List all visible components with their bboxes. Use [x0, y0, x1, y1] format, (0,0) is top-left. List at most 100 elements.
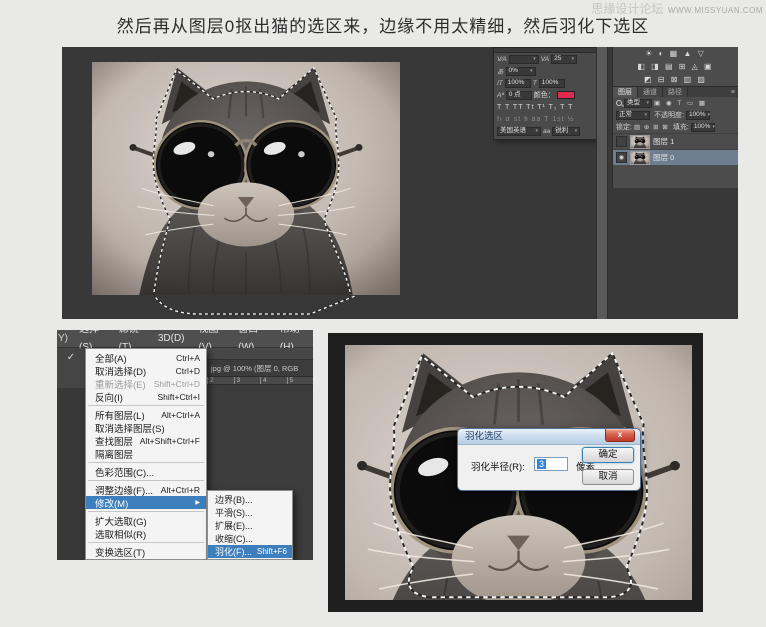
horizontal-scale-icon: T: [533, 80, 537, 87]
ligature-buttons[interactable]: fi σ st ﬁ aa T 1st ½: [497, 116, 574, 123]
tab-channels[interactable]: 通道: [638, 87, 663, 97]
proportional-spacing-field[interactable]: 0%▾: [506, 67, 536, 76]
menu-separator: [88, 480, 204, 481]
fill-label: 填充:: [673, 122, 689, 132]
cat-photo: [92, 62, 400, 295]
selection-marching-ants-extension: [147, 292, 362, 319]
panel-menu-icon[interactable]: ≡: [728, 87, 738, 97]
menu-3d[interactable]: 3D(D): [151, 330, 192, 348]
character-panel: V∕A ▾ VA 25▾ あ 0%▾ IT 100% T 100% Aª 0 点…: [493, 47, 597, 140]
proportional-spacing-icon: あ: [497, 66, 504, 76]
ruler: 2 3 4 5: [207, 376, 313, 385]
feather-selection-dialog: 羽化选区 x 羽化半径(R): 3 像素 确定 取消: [457, 428, 641, 491]
menu-separator: [88, 462, 204, 463]
menu-separator: [88, 511, 204, 512]
font-style-buttons[interactable]: T T TT Tt T¹ T₁ T T: [497, 104, 573, 111]
modify-submenu: 边界(B)... 平滑(S)... 扩展(E)... 收缩(C)... 羽化(F…: [207, 490, 293, 560]
menu-item-inverse[interactable]: 反向(I)Shift+Ctrl+I: [86, 390, 206, 403]
opacity-field[interactable]: 100%▾: [686, 111, 710, 120]
menu-separator: [88, 542, 204, 543]
document-tab[interactable]: jpg @ 100% (图层 0, RGB: [207, 360, 313, 376]
commit-check-icon[interactable]: ✓: [57, 352, 85, 363]
layer-row-1[interactable]: 图层 1: [613, 133, 738, 149]
options-bar-fragment: ✓: [57, 348, 85, 560]
menu-item-grow[interactable]: 扩大选取(G): [86, 514, 206, 527]
menu-item-deselect-layers[interactable]: 取消选择图层(S): [86, 421, 206, 434]
menu-item-color-range[interactable]: 色彩范围(C)...: [86, 465, 206, 478]
feather-radius-label: 羽化半径(R):: [471, 459, 525, 473]
vertical-scale-icon: IT: [497, 80, 503, 87]
layer-thumbnail: [630, 135, 650, 149]
filter-search-icon: [616, 100, 622, 106]
baseline-shift-field[interactable]: 0 点: [506, 91, 532, 100]
menu-item-transform-selection[interactable]: 变换选区(T): [86, 545, 206, 558]
visibility-toggle-icon[interactable]: [616, 136, 627, 147]
submenu-item-smooth[interactable]: 平滑(S)...: [208, 506, 292, 519]
blend-mode-select[interactable]: 正常▾: [616, 111, 650, 120]
layer-filter-icons[interactable]: ▣ ◉ T ▭ ▩: [654, 99, 707, 107]
menu-bar: Y) 选择(S) 滤镜(T) 3D(D) 视图(V) 窗口(W) 帮助(H): [57, 330, 313, 348]
fill-field[interactable]: 100%▾: [691, 123, 715, 132]
layer-name: 图层 0: [653, 152, 674, 163]
tab-paths[interactable]: 路径: [663, 87, 688, 97]
submenu-item-contract[interactable]: 收缩(C)...: [208, 532, 292, 545]
submenu-item-expand[interactable]: 扩展(E)...: [208, 519, 292, 532]
layer-thumbnail: [630, 151, 650, 165]
visibility-eye-icon[interactable]: ◉: [616, 152, 627, 163]
anti-alias-select[interactable]: 锐利▾: [552, 127, 580, 136]
tracking-field[interactable]: 25▾: [551, 55, 577, 64]
options-bar: [207, 348, 313, 360]
menu-item-isolate-layers[interactable]: 隔离图层: [86, 447, 206, 460]
layer-row-0-selected[interactable]: ◉ 图层 0: [613, 149, 738, 165]
menu-item-reselect: 重新选择(E)Shift+Ctrl+D: [86, 377, 206, 390]
text-color-swatch[interactable]: [557, 91, 575, 99]
panel-dock-divider[interactable]: [596, 47, 608, 319]
ok-button[interactable]: 确定: [582, 447, 634, 463]
kerning-icon: V∕A: [497, 56, 507, 63]
toolbar-fragment: [57, 388, 85, 560]
baseline-shift-icon: Aª: [497, 92, 504, 99]
watermark-url: WWW.MISSYUAN.COM: [668, 6, 763, 15]
submenu-arrow-icon: ▶: [195, 499, 200, 506]
feather-radius-input[interactable]: 3: [534, 457, 568, 471]
select-menu-screenshot: Y) 选择(S) 滤镜(T) 3D(D) 视图(V) 窗口(W) 帮助(H) ✓…: [57, 330, 313, 560]
layer-name: 图层 1: [653, 136, 674, 147]
adjustments-icons-row[interactable]: ◧ ◨ ▤ ⊞ ◬ ▣: [613, 60, 738, 73]
language-select[interactable]: 美国英语▾: [497, 127, 541, 136]
menu-item-modify[interactable]: 修改(M)▶: [86, 496, 206, 509]
menu-type-partial[interactable]: Y): [57, 330, 72, 348]
menu-item-find-layers[interactable]: 查找图层Alt+Shift+Ctrl+F: [86, 434, 206, 447]
close-icon[interactable]: x: [605, 429, 635, 442]
menu-item-refine-edge[interactable]: 调整边缘(F)...Alt+Ctrl+R: [86, 483, 206, 496]
photoshop-canvas-screenshot: V∕A ▾ VA 25▾ あ 0%▾ IT 100% T 100% Aª 0 点…: [62, 47, 738, 319]
opacity-label: 不透明度:: [654, 110, 684, 120]
menu-item-deselect[interactable]: 取消选择(D)Ctrl+D: [86, 364, 206, 377]
ruler-tick: 3: [234, 377, 261, 384]
vertical-scale-field[interactable]: 100%: [505, 79, 531, 88]
color-label: 颜色：: [534, 90, 555, 100]
submenu-item-feather[interactable]: 羽化(F)...Shift+F6: [208, 545, 292, 558]
menu-separator: [88, 405, 204, 406]
layers-dock: ☀ ◐ ▦ ▲ ▽ ◧ ◨ ▤ ⊞ ◬ ▣ ◩ ⊟ ⊠ ▥ ▨ 图层 通道 路径…: [612, 47, 738, 188]
horizontal-scale-field[interactable]: 100%: [539, 79, 565, 88]
adjustments-icons-row[interactable]: ◩ ⊟ ⊠ ▥ ▨: [613, 73, 738, 86]
ruler-tick: 5: [287, 377, 314, 384]
submenu-item-border[interactable]: 边界(B)...: [208, 493, 292, 506]
menu-item-all-layers[interactable]: 所有图层(L)Alt+Ctrl+A: [86, 408, 206, 421]
kerning-field[interactable]: ▾: [509, 55, 539, 64]
menu-item-select-all[interactable]: 全部(A)Ctrl+A: [86, 351, 206, 364]
watermark: 思缘设计论坛 WWW.MISSYUAN.COM: [591, 3, 763, 16]
ruler-tick: 4: [260, 377, 287, 384]
menu-item-similar[interactable]: 选取相似(R): [86, 527, 206, 540]
layer-filter-select[interactable]: 类型▾: [624, 99, 652, 108]
adjustments-icons-row[interactable]: ☀ ◐ ▦ ▲ ▽: [613, 47, 738, 60]
feather-dialog-screenshot: 羽化选区 x 羽化半径(R): 3 像素 确定 取消: [328, 333, 703, 612]
tab-layers[interactable]: 图层: [613, 87, 638, 97]
lock-icons[interactable]: ▨ ⊕ ⊞ ⊠: [634, 123, 669, 131]
lock-label: 锁定:: [616, 122, 632, 132]
cancel-button[interactable]: 取消: [582, 469, 634, 485]
ruler-tick: 2: [207, 377, 234, 384]
select-menu-dropdown: 全部(A)Ctrl+A 取消选择(D)Ctrl+D 重新选择(E)Shift+C…: [85, 348, 207, 560]
panel-tabs: 图层 通道 路径 ≡: [613, 86, 738, 97]
tracking-icon: VA: [541, 56, 549, 63]
